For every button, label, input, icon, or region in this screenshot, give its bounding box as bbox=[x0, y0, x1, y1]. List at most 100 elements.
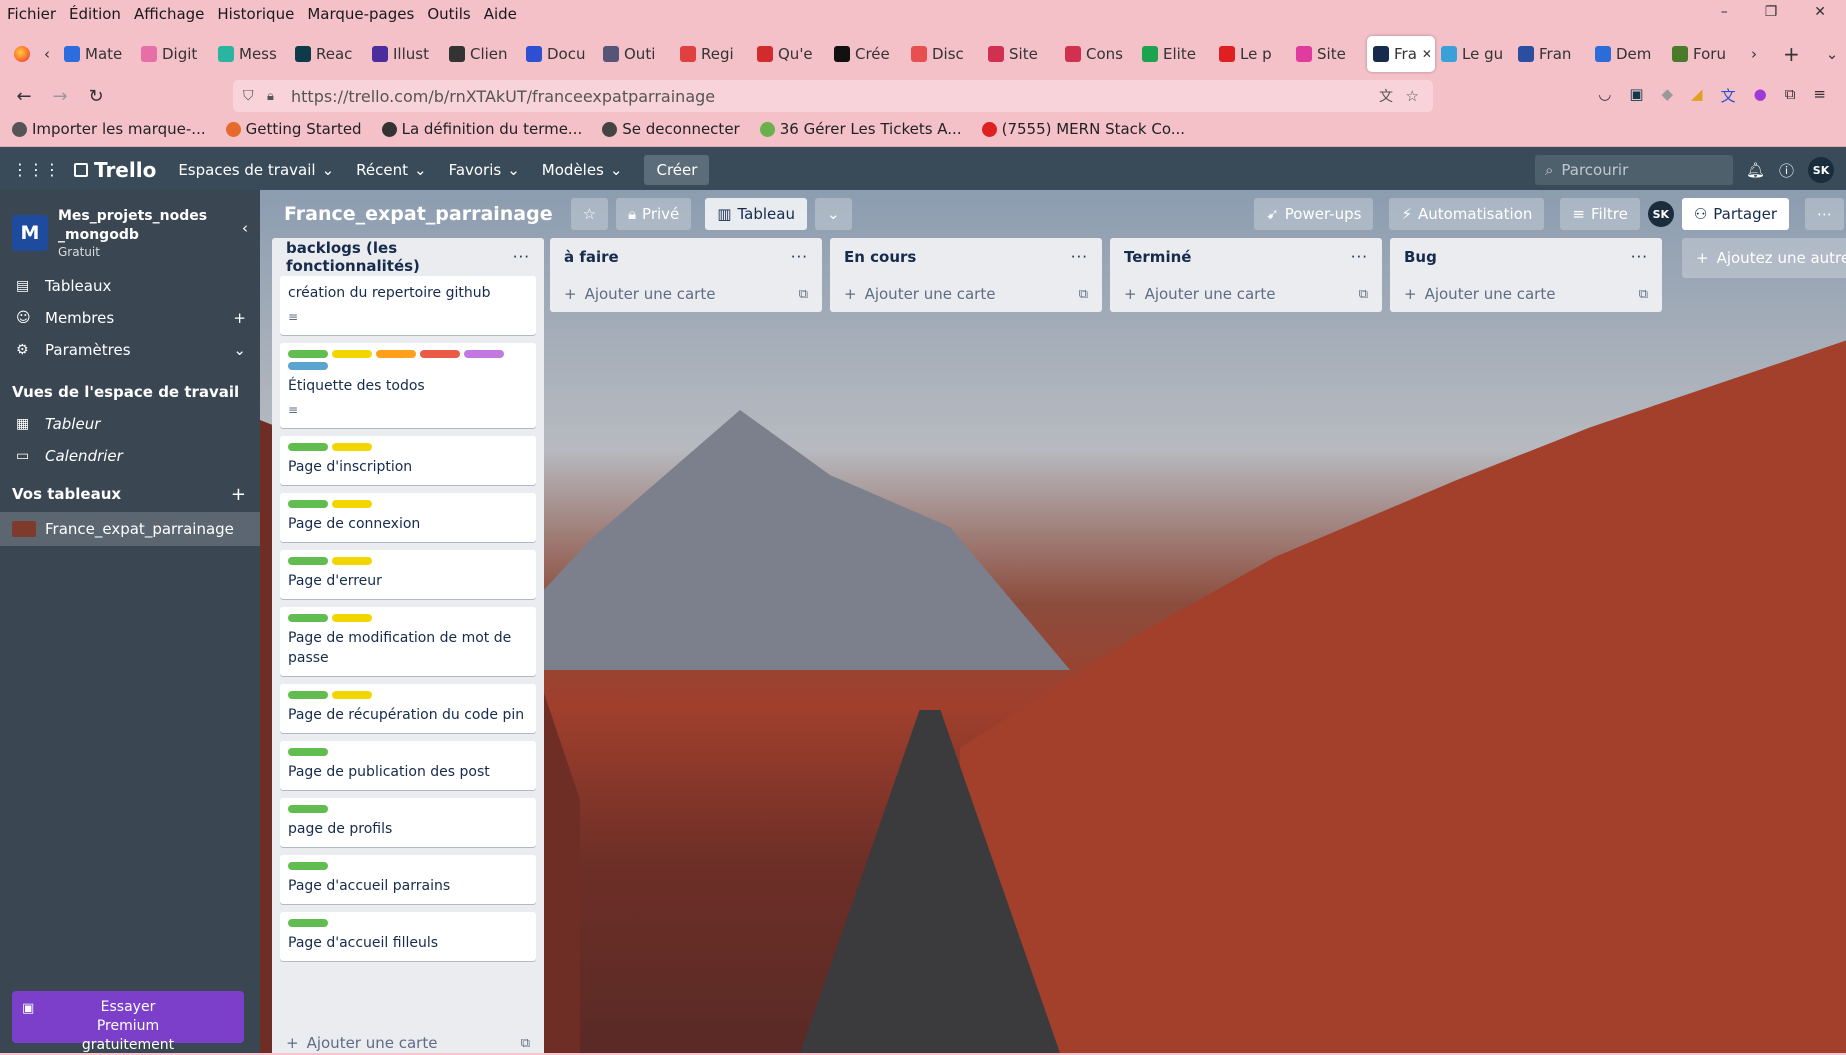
share-button[interactable]: ⚇ Partager bbox=[1681, 198, 1789, 230]
new-tab-icon[interactable]: + bbox=[1783, 42, 1800, 66]
browser-tab[interactable]: Mate bbox=[58, 36, 135, 72]
visibility-button[interactable]: 🔒︎ Privé bbox=[616, 198, 692, 230]
list-header[interactable]: backlogs (les fonctionnalités) ··· bbox=[272, 238, 544, 276]
browser-tab[interactable]: Le p bbox=[1213, 36, 1290, 72]
add-card-button[interactable]: + Ajouter une carte ⧉ bbox=[830, 276, 1102, 312]
browser-tab[interactable]: Digit bbox=[135, 36, 212, 72]
sidebar-item-parametres[interactable]: ⚙ Paramètres ⌄ bbox=[0, 334, 260, 366]
add-card-button[interactable]: + Ajouter une carte ⧉ bbox=[272, 1025, 544, 1053]
close-window-icon[interactable]: ✕ bbox=[1814, 4, 1826, 20]
board-menu-button[interactable]: ⋯ bbox=[1805, 198, 1844, 230]
menu-affichage[interactable]: Affichage bbox=[134, 5, 204, 23]
sidebar-view-tableur[interactable]: ▦ Tableur bbox=[0, 408, 260, 440]
member-avatar[interactable]: SK bbox=[1647, 201, 1674, 227]
apps-grid-icon[interactable]: ⋮⋮⋮ bbox=[12, 160, 60, 179]
translate-icon[interactable]: 文 bbox=[1379, 86, 1393, 106]
card[interactable]: Étiquette des todos ≡ bbox=[280, 343, 536, 428]
browser-tab[interactable]: Foru bbox=[1666, 36, 1743, 72]
pocket-icon[interactable]: ◡ bbox=[1598, 85, 1611, 106]
card[interactable]: Page d'erreur bbox=[280, 550, 536, 599]
maximize-icon[interactable]: ❐ bbox=[1765, 4, 1778, 20]
browser-tab[interactable]: Le gu bbox=[1435, 36, 1512, 72]
card-label[interactable] bbox=[288, 748, 328, 756]
card[interactable]: Page de modification de mot de passe bbox=[280, 607, 536, 676]
list-header[interactable]: à faire ··· bbox=[550, 238, 822, 276]
sidebar-item-tableaux[interactable]: ▤ Tableaux bbox=[0, 270, 260, 302]
url-text[interactable]: https://trello.com/b/rnXTAkUT/franceexpa… bbox=[291, 87, 715, 106]
search-input[interactable]: ⌕ Parcourir bbox=[1535, 155, 1733, 185]
card[interactable]: Page d'accueil parrains bbox=[280, 855, 536, 904]
hamburger-menu-icon[interactable]: ≡ bbox=[1813, 85, 1826, 106]
back-icon[interactable]: ← bbox=[6, 86, 42, 107]
bookmark-item[interactable]: (7555) MERN Stack Co... bbox=[981, 120, 1185, 138]
card-template-icon[interactable]: ⧉ bbox=[799, 287, 808, 302]
menu-outils[interactable]: Outils bbox=[427, 5, 470, 23]
board-title[interactable]: France_expat_parrainage bbox=[284, 203, 553, 225]
list-title[interactable]: backlogs (les fonctionnalités) bbox=[286, 239, 513, 275]
browser-tab[interactable]: Dem bbox=[1589, 36, 1666, 72]
list-title[interactable]: à faire bbox=[564, 248, 619, 266]
menu-edition[interactable]: Édition bbox=[69, 5, 121, 23]
card-label[interactable] bbox=[288, 350, 328, 358]
shield-icon[interactable]: ⛉ bbox=[243, 88, 254, 104]
card-label[interactable] bbox=[288, 614, 328, 622]
list-menu-icon[interactable]: ··· bbox=[513, 248, 530, 266]
list-menu-icon[interactable]: ··· bbox=[1631, 248, 1648, 266]
menu-marque-pages[interactable]: Marque-pages bbox=[307, 5, 414, 23]
tab-scroll-right-icon[interactable]: › bbox=[1751, 45, 1757, 63]
card-label[interactable] bbox=[332, 350, 372, 358]
trello-logo[interactable]: Trello bbox=[74, 158, 156, 182]
add-card-button[interactable]: + Ajouter une carte ⧉ bbox=[550, 276, 822, 312]
browser-tab[interactable]: Site bbox=[982, 36, 1059, 72]
card-label[interactable] bbox=[420, 350, 460, 358]
bookmark-item[interactable]: Importer les marque-... bbox=[12, 120, 206, 138]
filter-button[interactable]: ≡ Filtre bbox=[1560, 198, 1640, 230]
nav-favoris[interactable]: Favoris ⌄ bbox=[449, 161, 520, 179]
forward-icon[interactable]: → bbox=[42, 86, 78, 107]
workspace-logo[interactable]: M bbox=[12, 215, 48, 251]
browser-tab[interactable]: Illust bbox=[366, 36, 443, 72]
url-bar[interactable]: ⛉ 🔒︎ https://trello.com/b/rnXTAkUT/franc… bbox=[233, 80, 1433, 112]
nav-modeles[interactable]: Modèles ⌄ bbox=[542, 161, 623, 179]
create-button[interactable]: Créer bbox=[644, 154, 710, 185]
list-header[interactable]: Terminé ··· bbox=[1110, 238, 1382, 276]
help-icon[interactable]: ⓘ bbox=[1779, 160, 1794, 181]
bookmark-star-icon[interactable]: ☆ bbox=[1406, 87, 1419, 105]
workspace-name[interactable]: Mes_projets_nodes_mongodb bbox=[58, 207, 208, 245]
sidebar-board-item[interactable]: France_expat_parrainage bbox=[0, 512, 260, 546]
avatar[interactable]: SK bbox=[1808, 157, 1834, 183]
menu-historique[interactable]: Historique bbox=[217, 5, 294, 23]
list-title[interactable]: Terminé bbox=[1124, 248, 1191, 266]
lock-icon[interactable]: 🔒︎ bbox=[267, 89, 274, 104]
add-list-button[interactable]: + Ajoutez une autre liste bbox=[1682, 238, 1846, 278]
close-tab-icon[interactable]: ✕ bbox=[1422, 47, 1432, 61]
nav-espaces-de-travail[interactable]: Espaces de travail ⌄ bbox=[178, 161, 334, 179]
firefox-icon[interactable] bbox=[14, 46, 30, 62]
list-title[interactable]: Bug bbox=[1404, 248, 1437, 266]
browser-tab[interactable]: Crée bbox=[828, 36, 905, 72]
card-label[interactable] bbox=[288, 919, 328, 927]
menu-fichier[interactable]: Fichier bbox=[7, 5, 56, 23]
browser-tab[interactable]: Mess bbox=[212, 36, 289, 72]
browser-tab[interactable]: Fran bbox=[1512, 36, 1589, 72]
menu-aide[interactable]: Aide bbox=[484, 5, 517, 23]
card-label[interactable] bbox=[288, 557, 328, 565]
collapse-sidebar-icon[interactable]: ‹ bbox=[242, 219, 248, 237]
card-label[interactable] bbox=[288, 805, 328, 813]
add-board-icon[interactable]: + bbox=[231, 484, 246, 505]
card-template-icon[interactable]: ⧉ bbox=[1079, 287, 1088, 302]
card-label[interactable] bbox=[332, 443, 372, 451]
browser-tab[interactable]: Elite bbox=[1136, 36, 1213, 72]
extensions-puzzle-icon[interactable]: ⧉ bbox=[1785, 85, 1796, 106]
extension-icon-4[interactable]: 文 bbox=[1721, 85, 1736, 106]
card-label[interactable] bbox=[332, 614, 372, 622]
card[interactable]: Page de récupération du code pin bbox=[280, 684, 536, 733]
card-template-icon[interactable]: ⧉ bbox=[521, 1036, 530, 1051]
browser-tab[interactable]: Docu bbox=[520, 36, 597, 72]
card-template-icon[interactable]: ⧉ bbox=[1639, 287, 1648, 302]
browser-tab[interactable]: Disc bbox=[905, 36, 982, 72]
browser-tab[interactable]: Clien bbox=[443, 36, 520, 72]
star-board-button[interactable]: ☆ bbox=[570, 198, 609, 230]
extension-icon-3[interactable]: ◢ bbox=[1691, 85, 1703, 106]
list-header[interactable]: En cours ··· bbox=[830, 238, 1102, 276]
